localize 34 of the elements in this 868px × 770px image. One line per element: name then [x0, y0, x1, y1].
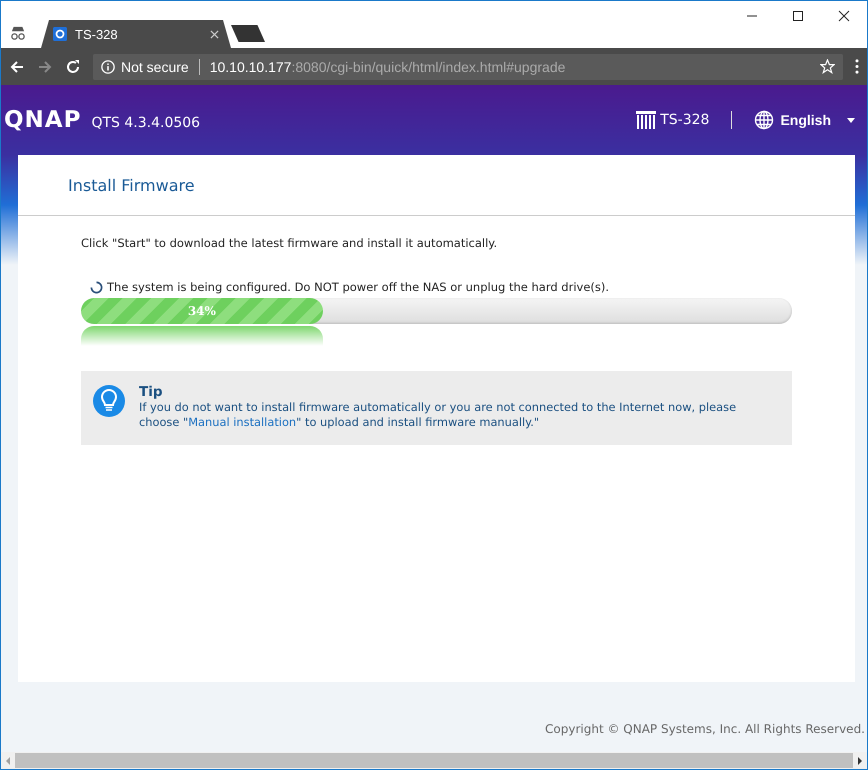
tip-text: If you do not want to install firmware automatically or you are not connected to the Internet now, please choose "Manual installation" to upload and install firmware manually." [139, 400, 738, 430]
intro-text: Click "Start" to download the latest firmware and install it automatically. [81, 236, 498, 250]
reload-icon[interactable] [65, 58, 81, 74]
server-icon [636, 111, 656, 129]
scrollbar-thumb[interactable] [15, 753, 853, 768]
forward-icon[interactable] [37, 58, 53, 74]
globe-icon [754, 110, 774, 130]
status-text: The system is being configured. Do NOT power off the NAS or unplug the hard drive(s). [107, 280, 610, 294]
device-name: TS-328 [660, 112, 710, 128]
close-icon[interactable] [838, 10, 850, 22]
address-field[interactable]: Not secure 10.10.10.177:8080/cgi-bin/quick/html/index.html#upgrade [93, 54, 843, 80]
lightbulb-icon [93, 385, 125, 417]
back-icon[interactable] [9, 58, 25, 74]
language-button[interactable]: English [754, 110, 855, 130]
star-icon[interactable] [820, 59, 835, 74]
incognito-icon [9, 26, 27, 40]
scroll-right-icon[interactable] [857, 756, 863, 764]
url-text: 10.10.10.177:8080/cgi-bin/quick/html/index.html#upgrade [210, 58, 566, 74]
caret-icon [847, 118, 855, 122]
version-label: QTS 4.3.4.0506 [91, 115, 200, 131]
security-label: Not secure [121, 58, 189, 74]
tip-title: Tip [139, 384, 164, 400]
copyright-text: Copyright © QNAP Systems, Inc. All Rights Reserved. [545, 722, 865, 736]
info-icon [101, 60, 115, 74]
progress-reading: 34% [188, 304, 216, 318]
page-title: Install Firmware [68, 176, 195, 194]
manual-installation-link[interactable]: Manual installation [188, 415, 296, 429]
qnap-logo: QNAP [4, 107, 82, 133]
browser-tab[interactable]: TS-328 [41, 20, 231, 48]
maximize-icon[interactable] [792, 10, 804, 22]
tab-title: TS-328 [75, 26, 119, 42]
tab-favicon-icon [53, 27, 67, 41]
spinner-icon [90, 280, 103, 294]
menu-icon[interactable] [855, 59, 859, 74]
